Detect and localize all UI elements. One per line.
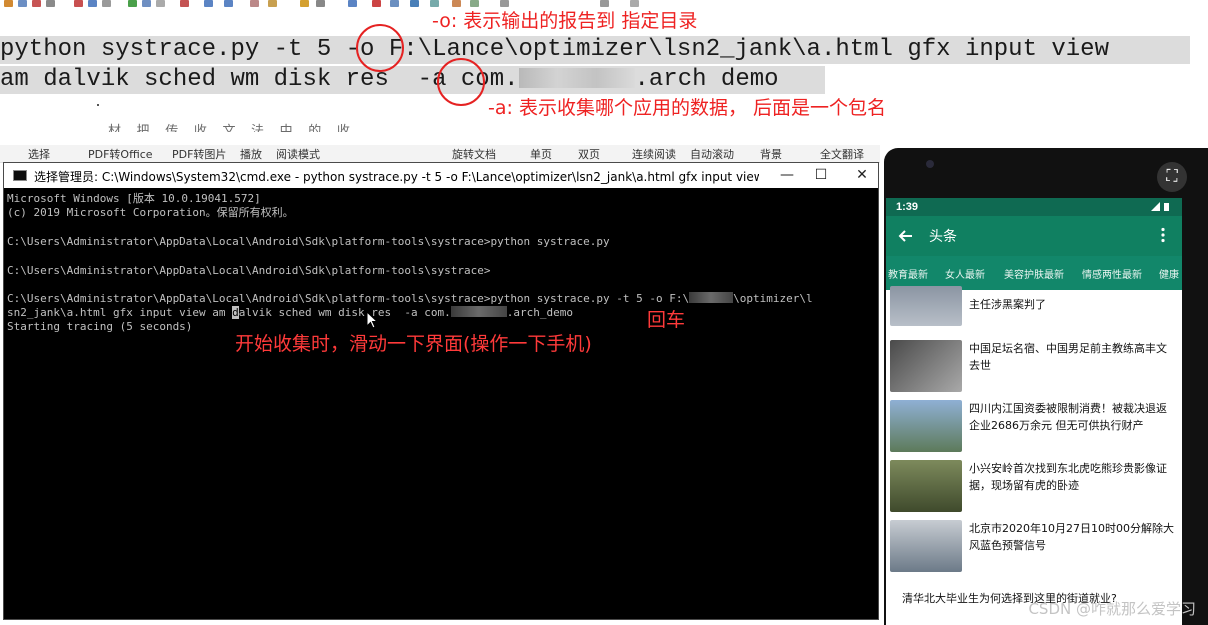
terminal-text: alvik sched wm disk res -a com. bbox=[238, 306, 451, 319]
faded-background-text: 材 把 传 收 文 法 中 的 收 bbox=[108, 123, 356, 132]
command-line-1: python systrace.py -t 5 -o F:\Lance\opti… bbox=[0, 36, 1190, 64]
news-thumbnail bbox=[890, 520, 962, 572]
toolbar-item-continuous[interactable]: 连续阅读 bbox=[632, 146, 676, 162]
toolbar-item-background[interactable]: 背景 bbox=[760, 146, 782, 162]
toolbar-item-translate[interactable]: 全文翻译 bbox=[820, 146, 864, 162]
cmd-titlebar[interactable]: 选择管理员: C:\Windows\System32\cmd.exe - pyt… bbox=[4, 163, 878, 188]
news-thumbnail bbox=[890, 400, 962, 452]
maximize-button[interactable]: ☐ bbox=[806, 165, 836, 185]
app-flag-annotation: -a: 表示收集哪个应用的数据， 后面是一个包名 bbox=[488, 97, 886, 119]
terminal-command-line: C:\Users\Administrator\AppData\Local\And… bbox=[7, 292, 875, 306]
toolbar-item-auto-scroll[interactable]: 自动滚动 bbox=[690, 146, 734, 162]
more-vert-icon[interactable] bbox=[1160, 227, 1166, 243]
highlight-circle-a bbox=[437, 58, 485, 106]
status-bar: 1:39 bbox=[886, 198, 1182, 216]
terminal-text: C:\Users\Administrator\AppData\Local\And… bbox=[7, 292, 690, 305]
news-thumbnail bbox=[890, 286, 962, 326]
terminal-line: (c) 2019 Microsoft Corporation。保留所有权利。 bbox=[7, 206, 294, 219]
news-thumbnail bbox=[890, 340, 962, 392]
minimize-button[interactable]: — bbox=[772, 165, 802, 185]
news-item[interactable]: 中国足坛名宿、中国男足前主教练高丰文去世 bbox=[886, 338, 1182, 398]
terminal-text: sn2_jank\a.html gfx input view am bbox=[7, 306, 233, 319]
news-item[interactable]: 北京市2020年10月27日10时00分解除大风蓝色预警信号 bbox=[886, 518, 1182, 578]
command-line-2: am dalvik sched wm disk res -a com. .arch… bbox=[0, 66, 825, 94]
toolbar-item-read-mode[interactable]: 阅读模式 bbox=[276, 146, 320, 162]
blurred-package bbox=[518, 68, 635, 88]
terminal-text: \optimizer\l bbox=[733, 292, 813, 305]
news-title: 四川内江国资委被限制消费！被裁决退返企业2686万余元 但无可供执行财产 bbox=[969, 402, 1167, 432]
news-item[interactable]: 四川内江国资委被限制消费！被裁决退返企业2686万余元 但无可供执行财产 bbox=[886, 398, 1182, 458]
toolbar-item-pdf-to-image[interactable]: PDF转图片 bbox=[172, 146, 226, 162]
cmd-window[interactable]: 选择管理员: C:\Windows\System32\cmd.exe - pyt… bbox=[3, 162, 879, 620]
toolbar-item-select[interactable]: 选择 bbox=[28, 146, 50, 162]
tab-beauty[interactable]: 美容护肤最新 bbox=[1004, 266, 1064, 281]
toolbar-item-single-page[interactable]: 单页 bbox=[530, 146, 552, 162]
terminal-line: Microsoft Windows [版本 10.0.19041.572] bbox=[7, 192, 261, 205]
arrow-left-icon[interactable] bbox=[898, 228, 914, 244]
command-text: python systrace.py -t 5 bbox=[0, 36, 346, 63]
cmd-window-title: 选择管理员: C:\Windows\System32\cmd.exe - pyt… bbox=[34, 170, 759, 184]
command-text: F:\Lance\optimizer\lsn2_jank\a.html gfx … bbox=[374, 36, 1109, 63]
command-text: am dalvik sched wm disk res bbox=[0, 66, 418, 93]
tab-women[interactable]: 女人最新 bbox=[945, 266, 985, 281]
app-title: 头条 bbox=[929, 229, 957, 245]
app-bar: 头条 bbox=[886, 216, 1182, 256]
phone-screen: 1:39 头条 教育最新 女人最新 美容护肤最新 情感两性最新 健康 主任涉黑案… bbox=[886, 198, 1182, 625]
camera-icon bbox=[926, 160, 934, 168]
output-flag-annotation: -o: 表示输出的报告到 指定目录 bbox=[432, 10, 698, 32]
toolbar-item-double-page[interactable]: 双页 bbox=[578, 146, 600, 162]
enter-annotation: 回车 bbox=[647, 309, 686, 331]
mouse-pointer-icon bbox=[366, 311, 378, 329]
package-suffix: .arch demo bbox=[634, 66, 779, 93]
news-item[interactable]: 小兴安岭首次找到东北虎吃熊珍贵影像证据，现场留有虎的卧迹 bbox=[886, 458, 1182, 518]
dot bbox=[97, 104, 99, 106]
news-title: 主任涉黑案判了 bbox=[969, 298, 1046, 311]
news-title: 小兴安岭首次找到东北虎吃熊珍贵影像证据，现场留有虎的卧迹 bbox=[969, 462, 1167, 492]
news-thumbnail bbox=[890, 460, 962, 512]
fullscreen-exit-icon[interactable]: ⛶ bbox=[1157, 162, 1187, 192]
text-cursor: d bbox=[232, 306, 239, 319]
toolbar-item-play[interactable]: 播放 bbox=[240, 146, 262, 162]
highlight-circle-o bbox=[356, 24, 404, 72]
close-button[interactable]: ✕ bbox=[847, 165, 877, 185]
terminal-command-line: sn2_jank\a.html gfx input view am dalvik… bbox=[7, 306, 875, 320]
news-title: 北京市2020年10月27日10时00分解除大风蓝色预警信号 bbox=[969, 522, 1174, 552]
terminal-icon bbox=[13, 170, 27, 181]
news-title: 中国足坛名宿、中国男足前主教练高丰文去世 bbox=[969, 342, 1167, 372]
terminal-line: C:\Users\Administrator\AppData\Local\And… bbox=[7, 264, 491, 277]
blurred-package bbox=[450, 306, 507, 317]
signal-battery-icon bbox=[1151, 202, 1169, 211]
status-time: 1:39 bbox=[896, 201, 919, 213]
terminal-text: .arch_demo bbox=[506, 306, 573, 319]
csdn-watermark: CSDN @咋就那么爱学习 bbox=[1028, 600, 1196, 618]
terminal-line: C:\Users\Administrator\AppData\Local\And… bbox=[7, 235, 610, 248]
tab-education[interactable]: 教育最新 bbox=[888, 266, 928, 281]
toolbar-item-rotate[interactable]: 旋转文档 bbox=[452, 146, 496, 162]
collect-annotation: 开始收集时，滑动一下界面(操作一下手机) bbox=[235, 333, 592, 355]
tab-health[interactable]: 健康 bbox=[1159, 266, 1179, 281]
tab-relationships[interactable]: 情感两性最新 bbox=[1082, 266, 1142, 281]
news-item[interactable]: 主任涉黑案判了 bbox=[886, 284, 1182, 330]
blurred-path bbox=[689, 292, 734, 303]
pdf-reader-toolbar: 选择 PDF转Office PDF转图片 播放 阅读模式 旋转文档 单页 双页 … bbox=[0, 145, 880, 163]
toolbar-item-pdf-to-office[interactable]: PDF转Office bbox=[88, 146, 153, 162]
